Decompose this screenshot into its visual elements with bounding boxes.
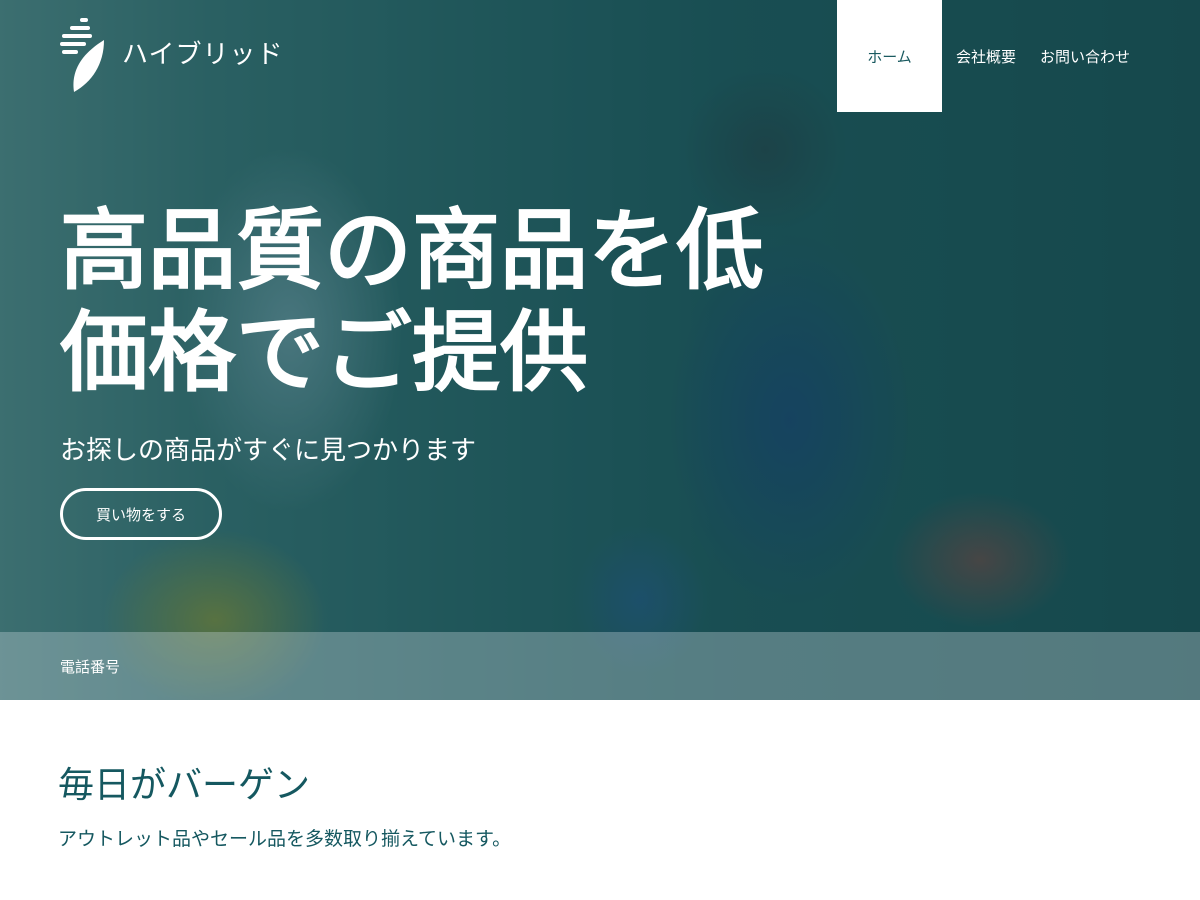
hero-subhead: お探しの商品がすぐに見つかります [60, 436, 477, 466]
section-title: 毎日がバーゲン [58, 765, 311, 806]
hero-headline: 高品質の商品を低価格でご提供 [60, 199, 765, 404]
shop-button[interactable]: 買い物をする [60, 488, 222, 540]
main-nav: ホーム 会社概要 お問い合わせ [836, 0, 1142, 112]
nav-item-company[interactable]: 会社概要 [944, 0, 1028, 112]
bargain-section: 毎日がバーゲン アウトレット品やセール品を多数取り揃えています。 [0, 700, 1200, 900]
hero-section: ハイブリッド ホーム 会社概要 お問い合わせ 高品質の商品を低価格でご提供 お探… [0, 0, 1200, 700]
nav-item-home[interactable]: ホーム [836, 0, 942, 112]
phone-bar: 電話番号 [0, 632, 1200, 700]
leaf-stripes-icon [60, 18, 104, 92]
section-body: アウトレット品やセール品を多数取り揃えています。 [58, 828, 512, 850]
phone-label: 電話番号 [60, 658, 121, 676]
brand-logo[interactable]: ハイブリッド [58, 16, 283, 96]
nav-item-contact[interactable]: お問い合わせ [1028, 0, 1142, 112]
brand-name: ハイブリッド [122, 39, 284, 70]
